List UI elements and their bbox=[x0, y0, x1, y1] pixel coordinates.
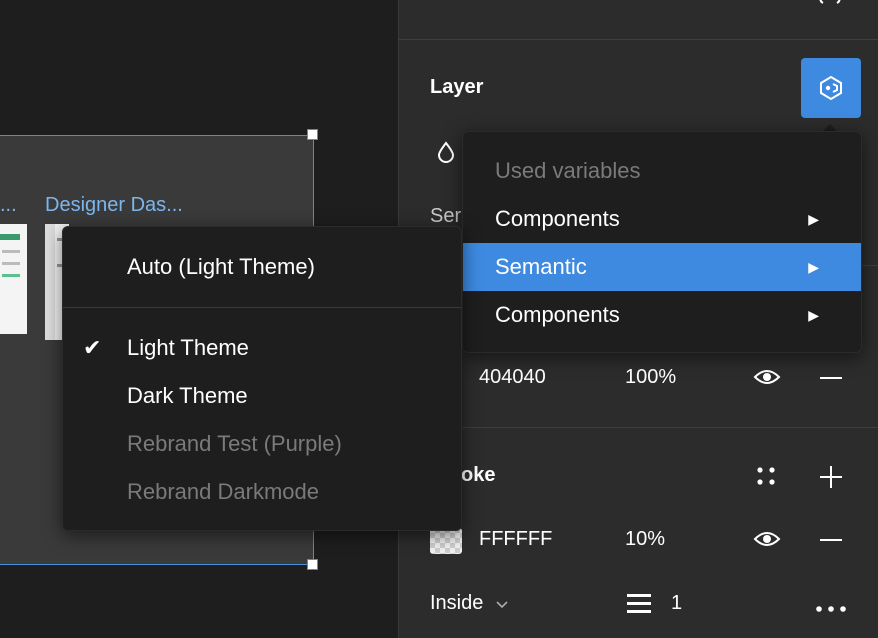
submenu-arrow-icon: ▶ bbox=[808, 259, 819, 275]
resize-handle-top-right[interactable] bbox=[307, 129, 318, 140]
stroke-opacity-value[interactable]: 10% bbox=[625, 528, 665, 551]
eye-icon[interactable] bbox=[753, 528, 781, 555]
mode-item-rebrand-test-purple[interactable]: Rebrand Test (Purple) bbox=[63, 420, 461, 468]
menu-item-label: Semantic bbox=[495, 254, 587, 279]
variable-mode-icon bbox=[820, 75, 842, 101]
apply-variable-mode-button[interactable] bbox=[801, 58, 861, 118]
stroke-weight-value[interactable]: 1 bbox=[671, 592, 682, 615]
stroke-color-swatch[interactable] bbox=[430, 528, 462, 554]
menu-item-label: Dark Theme bbox=[127, 383, 248, 408]
menu-item-label: Components bbox=[495, 302, 620, 327]
fill-opacity-value[interactable]: 100% bbox=[625, 366, 676, 389]
resize-handle-bottom-right[interactable] bbox=[307, 559, 318, 570]
menu-item-components[interactable]: Components ▶ bbox=[463, 291, 861, 339]
style-dots-icon[interactable] bbox=[755, 464, 777, 493]
frame-thumbnail-left[interactable] bbox=[0, 224, 27, 334]
opacity-drop-icon bbox=[436, 140, 456, 169]
stroke-section-title: oke bbox=[461, 464, 496, 486]
checkmark-icon: ✔ bbox=[83, 335, 102, 360]
variables-menu-header: Used variables bbox=[495, 158, 641, 183]
remove-stroke-minus-icon[interactable] bbox=[820, 539, 842, 541]
remove-fill-minus-icon[interactable] bbox=[820, 377, 842, 379]
divider bbox=[399, 427, 878, 428]
menu-item-components[interactable]: Components ▶ bbox=[463, 195, 861, 243]
menu-item-label: Components bbox=[495, 206, 620, 231]
submenu-arrow-icon: ▶ bbox=[808, 307, 819, 323]
variables-code-icon[interactable] bbox=[817, 0, 845, 6]
stroke-weight-icon bbox=[626, 593, 652, 620]
frame-title-left[interactable]: ... bbox=[0, 194, 17, 217]
variables-menu: Used variables Components ▶ Semantic ▶ C… bbox=[462, 131, 862, 353]
stroke-hex-value[interactable]: FFFFFF bbox=[479, 528, 552, 551]
menu-item-label: Rebrand Test (Purple) bbox=[127, 431, 342, 456]
layer-section-title: Layer bbox=[430, 76, 484, 98]
divider bbox=[399, 39, 878, 40]
mode-submenu: Auto (Light Theme) ✔ Light Theme Dark Th… bbox=[62, 226, 462, 531]
fill-hex-value[interactable]: 404040 bbox=[479, 366, 546, 389]
mode-item-rebrand-darkmode[interactable]: Rebrand Darkmode bbox=[63, 468, 461, 516]
mode-item-light-theme[interactable]: ✔ Light Theme bbox=[63, 324, 461, 372]
submenu-arrow-icon: ▶ bbox=[808, 211, 819, 227]
chevron-down-icon bbox=[496, 601, 508, 609]
eye-icon[interactable] bbox=[753, 366, 781, 393]
more-options-icon[interactable] bbox=[815, 600, 847, 618]
menu-item-label: Auto (Light Theme) bbox=[127, 254, 315, 279]
menu-item-semantic[interactable]: Semantic ▶ bbox=[463, 243, 861, 291]
menu-item-label: Rebrand Darkmode bbox=[127, 479, 319, 504]
add-stroke-plus-icon[interactable] bbox=[819, 465, 843, 494]
mode-item-dark-theme[interactable]: Dark Theme bbox=[63, 372, 461, 420]
stroke-position-dropdown[interactable]: Inside bbox=[430, 592, 508, 618]
stroke-position-value: Inside bbox=[430, 592, 484, 614]
menu-divider bbox=[63, 307, 461, 308]
section-label-partial: Ser bbox=[430, 205, 462, 227]
mode-item-auto[interactable]: Auto (Light Theme) bbox=[63, 243, 461, 291]
frame-title-designer-dashboard[interactable]: Designer Das... bbox=[45, 194, 183, 217]
